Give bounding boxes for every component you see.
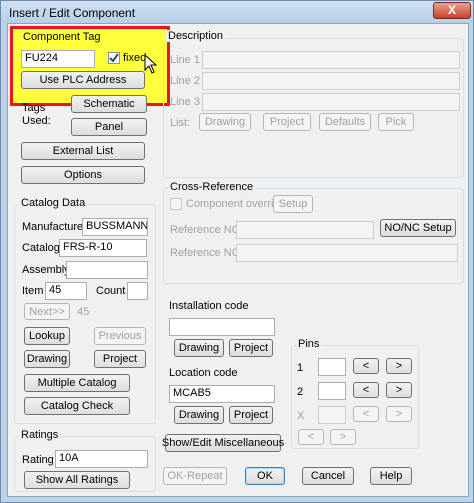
show-edit-miscellaneous-button[interactable]: Show/Edit Miscellaneous bbox=[162, 434, 284, 452]
fixed-label: fixed bbox=[123, 52, 147, 64]
pin1-label: 1 bbox=[297, 362, 304, 374]
fixed-checkbox[interactable] bbox=[108, 52, 120, 64]
reference-no-input bbox=[236, 221, 374, 239]
line1-input bbox=[202, 51, 460, 69]
installation-code-input[interactable] bbox=[169, 318, 275, 336]
cross-reference-group-label: Cross-Reference bbox=[168, 181, 256, 193]
rating-label: Rating bbox=[22, 454, 54, 466]
nonc-setup-button[interactable]: NO/NC Setup bbox=[380, 219, 456, 237]
panel-button[interactable]: Panel bbox=[71, 118, 147, 136]
item-input[interactable]: 45 bbox=[45, 282, 87, 300]
location-drawing-button[interactable]: Drawing bbox=[174, 406, 224, 424]
pin2-input[interactable] bbox=[318, 382, 346, 400]
window-title: Insert / Edit Component bbox=[9, 6, 136, 20]
line2-input bbox=[202, 72, 460, 90]
description-project-button[interactable]: Project bbox=[263, 113, 311, 131]
description-group-label: Description bbox=[166, 30, 226, 42]
checkmark-icon bbox=[109, 53, 119, 63]
next-value: 45 bbox=[77, 306, 90, 318]
external-list-button[interactable]: External List bbox=[21, 142, 145, 160]
description-drawing-button[interactable]: Drawing bbox=[199, 113, 251, 131]
pin1-prev-button[interactable]: < bbox=[353, 358, 379, 374]
pinx-next-button[interactable]: > bbox=[386, 406, 412, 422]
pins-next-page-button[interactable]: > bbox=[330, 429, 356, 445]
catalog-check-button[interactable]: Catalog Check bbox=[24, 397, 130, 415]
reference-nc-label: Reference NC bbox=[170, 247, 240, 259]
multiple-catalog-button[interactable]: Multiple Catalog bbox=[24, 374, 130, 392]
list-label: List: bbox=[170, 117, 191, 129]
pin1-next-button[interactable]: > bbox=[386, 358, 412, 374]
ok-repeat-button[interactable]: OK-Repeat bbox=[163, 467, 227, 485]
help-button[interactable]: Help bbox=[370, 467, 412, 485]
description-pick-button[interactable]: Pick bbox=[378, 113, 414, 131]
component-tag-input[interactable]: FU224 bbox=[21, 50, 95, 68]
location-project-button[interactable]: Project bbox=[229, 406, 273, 424]
manufacturer-label: Manufacturer bbox=[22, 221, 87, 233]
title-bar[interactable]: Insert / Edit Component X bbox=[1, 1, 473, 23]
pin2-prev-button[interactable]: < bbox=[353, 382, 379, 398]
catalog-drawing-button[interactable]: Drawing bbox=[24, 350, 70, 368]
line2-label: Line 2 bbox=[170, 75, 200, 87]
manufacturer-input[interactable]: BUSSMANN bbox=[82, 218, 148, 236]
line3-label: Line 3 bbox=[170, 96, 200, 108]
previous-button[interactable]: Previous bbox=[94, 327, 146, 345]
pins-prev-page-button[interactable]: < bbox=[298, 429, 324, 445]
pinx-label: X bbox=[297, 410, 305, 422]
pin1-input[interactable] bbox=[318, 358, 346, 376]
dialog-client: Component Tag FU224 fixed Use PLC Addres… bbox=[7, 23, 469, 497]
close-button[interactable]: X bbox=[433, 2, 471, 19]
rating-input[interactable]: 10A bbox=[55, 450, 148, 468]
lookup-button[interactable]: Lookup bbox=[24, 327, 70, 345]
tags-used-label: Tags Used: bbox=[22, 102, 51, 127]
installation-project-button[interactable]: Project bbox=[229, 339, 273, 357]
installation-code-label: Installation code bbox=[169, 300, 249, 312]
location-code-label: Location code bbox=[169, 367, 238, 379]
options-button[interactable]: Options bbox=[21, 166, 145, 184]
installation-drawing-button[interactable]: Drawing bbox=[174, 339, 224, 357]
reference-nc-input bbox=[236, 244, 458, 262]
component-tag-group-label: Component Tag bbox=[23, 31, 101, 43]
assembly-label: Assembly bbox=[22, 264, 70, 276]
catalog-label: Catalog bbox=[22, 242, 60, 254]
catalog-data-group-label: Catalog Data bbox=[19, 197, 88, 209]
dialog-window: Insert / Edit Component X Component Tag … bbox=[0, 0, 474, 503]
show-all-ratings-button[interactable]: Show All Ratings bbox=[24, 471, 130, 489]
count-input[interactable] bbox=[127, 282, 148, 300]
cancel-button[interactable]: Cancel bbox=[302, 467, 354, 485]
component-override-checkbox[interactable] bbox=[170, 198, 182, 210]
pins-group-label: Pins bbox=[296, 338, 322, 350]
pinx-input bbox=[318, 406, 346, 424]
description-defaults-button[interactable]: Defaults bbox=[319, 113, 371, 131]
count-label: Count bbox=[96, 285, 126, 297]
mouse-cursor-icon bbox=[144, 54, 158, 74]
catalog-input[interactable]: FRS-R-10 bbox=[59, 239, 147, 257]
ratings-group-label: Ratings bbox=[19, 429, 61, 441]
line1-label: Line 1 bbox=[170, 54, 200, 66]
next-button[interactable]: Next>> bbox=[24, 303, 70, 320]
ok-button[interactable]: OK bbox=[245, 467, 285, 485]
line3-input bbox=[202, 93, 460, 111]
pinx-prev-button[interactable]: < bbox=[353, 406, 379, 422]
pin2-next-button[interactable]: > bbox=[386, 382, 412, 398]
pin2-label: 2 bbox=[297, 386, 304, 398]
location-code-input[interactable]: MCAB5 bbox=[169, 385, 275, 403]
setup-button[interactable]: Setup bbox=[273, 195, 313, 213]
item-label: Item bbox=[22, 285, 44, 297]
assembly-input[interactable] bbox=[66, 261, 148, 279]
catalog-project-button[interactable]: Project bbox=[94, 350, 146, 368]
use-plc-address-button[interactable]: Use PLC Address bbox=[21, 71, 145, 89]
component-override-label: Component override bbox=[186, 198, 286, 210]
reference-no-label: Reference NO bbox=[170, 224, 241, 236]
